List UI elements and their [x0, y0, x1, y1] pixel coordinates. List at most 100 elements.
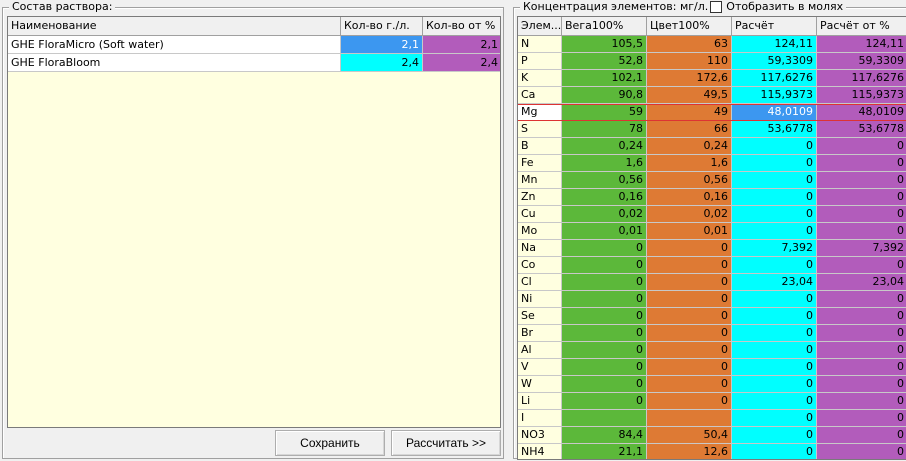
element-a-cell[interactable]: 78 [562, 121, 647, 138]
element-b-cell[interactable]: 0,56 [647, 172, 732, 189]
element-b-cell[interactable]: 0,01 [647, 223, 732, 240]
element-b-cell[interactable]: 49 [647, 104, 732, 121]
elements-grid[interactable]: Элем... Вега100% Цвет100% Расчёт Расчёт … [517, 16, 906, 460]
element-d-cell[interactable]: 59,3309 [817, 53, 906, 70]
element-b-cell[interactable] [647, 410, 732, 427]
element-a-cell[interactable]: 1,6 [562, 155, 647, 172]
element-a-cell[interactable]: 0,56 [562, 172, 647, 189]
element-d-cell[interactable]: 124,11 [817, 36, 906, 53]
element-el-cell[interactable]: Co [518, 257, 562, 274]
element-c-cell[interactable]: 0 [732, 410, 817, 427]
element-b-cell[interactable]: 0 [647, 257, 732, 274]
element-b-cell[interactable]: 0 [647, 240, 732, 257]
element-d-cell[interactable]: 0 [817, 444, 906, 459]
element-c-cell[interactable]: 0 [732, 189, 817, 206]
element-c-cell[interactable]: 0 [732, 257, 817, 274]
element-d-cell[interactable]: 0 [817, 257, 906, 274]
element-a-cell[interactable]: 0 [562, 342, 647, 359]
element-el-cell[interactable]: Se [518, 308, 562, 325]
element-b-cell[interactable]: 0,02 [647, 206, 732, 223]
calculate-button[interactable]: Рассчитать >> [391, 430, 501, 456]
element-c-cell[interactable]: 23,04 [732, 274, 817, 291]
element-c-cell[interactable]: 0 [732, 308, 817, 325]
element-a-cell[interactable]: 52,8 [562, 53, 647, 70]
element-b-cell[interactable]: 0,24 [647, 138, 732, 155]
element-b-cell[interactable]: 0 [647, 342, 732, 359]
element-a-cell[interactable]: 21,1 [562, 444, 647, 459]
element-a-cell[interactable]: 0,16 [562, 189, 647, 206]
element-el-cell[interactable]: N [518, 36, 562, 53]
element-d-cell[interactable]: 53,6778 [817, 121, 906, 138]
element-b-cell[interactable]: 12,6 [647, 444, 732, 459]
show-moles-checkbox[interactable] [710, 1, 723, 13]
element-a-cell[interactable]: 0 [562, 376, 647, 393]
element-el-cell[interactable]: W [518, 376, 562, 393]
element-a-cell[interactable]: 0 [562, 325, 647, 342]
col-header-tsvet[interactable]: Цвет100% [647, 17, 732, 36]
solution-qty-cell[interactable]: 2,4 [341, 54, 423, 72]
element-c-cell[interactable]: 0 [732, 444, 817, 459]
element-d-cell[interactable]: 0 [817, 342, 906, 359]
element-el-cell[interactable]: Al [518, 342, 562, 359]
element-c-cell[interactable]: 0 [732, 359, 817, 376]
element-c-cell[interactable]: 0 [732, 223, 817, 240]
save-button[interactable]: Сохранить [275, 430, 385, 456]
element-a-cell[interactable]: 0 [562, 291, 647, 308]
element-a-cell[interactable]: 0 [562, 393, 647, 410]
element-b-cell[interactable]: 0 [647, 359, 732, 376]
element-c-cell[interactable]: 59,3309 [732, 53, 817, 70]
element-el-cell[interactable]: Cl [518, 274, 562, 291]
element-b-cell[interactable]: 0 [647, 325, 732, 342]
element-a-cell[interactable]: 0 [562, 308, 647, 325]
element-a-cell[interactable]: 0 [562, 359, 647, 376]
element-c-cell[interactable]: 0 [732, 427, 817, 444]
element-d-cell[interactable]: 115,9373 [817, 87, 906, 104]
element-c-cell[interactable]: 0 [732, 138, 817, 155]
element-c-cell[interactable]: 48,0109 [732, 104, 817, 121]
element-a-cell[interactable]: 0 [562, 240, 647, 257]
element-b-cell[interactable]: 0,16 [647, 189, 732, 206]
element-b-cell[interactable]: 49,5 [647, 87, 732, 104]
element-b-cell[interactable]: 50,4 [647, 427, 732, 444]
element-b-cell[interactable]: 0 [647, 393, 732, 410]
element-el-cell[interactable]: Ca [518, 87, 562, 104]
element-a-cell[interactable]: 0,02 [562, 206, 647, 223]
element-el-cell[interactable]: K [518, 70, 562, 87]
element-d-cell[interactable]: 0 [817, 223, 906, 240]
element-d-cell[interactable]: 0 [817, 376, 906, 393]
element-el-cell[interactable]: NH4 [518, 444, 562, 459]
solution-pct-cell[interactable]: 2,4 [423, 54, 500, 72]
solution-name-cell[interactable]: GHE FloraBloom [8, 54, 341, 72]
element-c-cell[interactable]: 0 [732, 393, 817, 410]
element-c-cell[interactable]: 0 [732, 172, 817, 189]
element-a-cell[interactable]: 0,24 [562, 138, 647, 155]
element-c-cell[interactable]: 117,6276 [732, 70, 817, 87]
element-d-cell[interactable]: 0 [817, 138, 906, 155]
element-el-cell[interactable]: Ni [518, 291, 562, 308]
element-el-cell[interactable]: I [518, 410, 562, 427]
element-d-cell[interactable]: 0 [817, 359, 906, 376]
element-d-cell[interactable]: 0 [817, 206, 906, 223]
col-header-element[interactable]: Элем... [518, 17, 562, 36]
element-el-cell[interactable]: Mg [518, 104, 562, 121]
element-el-cell[interactable]: P [518, 53, 562, 70]
element-el-cell[interactable]: Cu [518, 206, 562, 223]
element-d-cell[interactable]: 0 [817, 308, 906, 325]
element-c-cell[interactable]: 0 [732, 291, 817, 308]
element-el-cell[interactable]: V [518, 359, 562, 376]
element-el-cell[interactable]: Br [518, 325, 562, 342]
element-d-cell[interactable]: 0 [817, 189, 906, 206]
element-c-cell[interactable]: 53,6778 [732, 121, 817, 138]
element-a-cell[interactable]: 0,01 [562, 223, 647, 240]
element-d-cell[interactable]: 23,04 [817, 274, 906, 291]
element-d-cell[interactable]: 0 [817, 410, 906, 427]
element-el-cell[interactable]: Mn [518, 172, 562, 189]
element-c-cell[interactable]: 0 [732, 325, 817, 342]
col-header-vega[interactable]: Вега100% [562, 17, 647, 36]
element-b-cell[interactable]: 63 [647, 36, 732, 53]
col-header-calc-pct[interactable]: Расчёт от % [817, 17, 906, 36]
element-a-cell[interactable]: 84,4 [562, 427, 647, 444]
element-a-cell[interactable]: 105,5 [562, 36, 647, 53]
element-b-cell[interactable]: 0 [647, 291, 732, 308]
element-c-cell[interactable]: 124,11 [732, 36, 817, 53]
